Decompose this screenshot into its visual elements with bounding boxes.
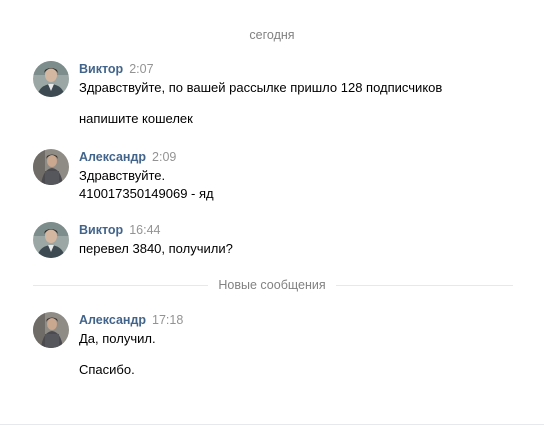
user-avatar-icon — [33, 222, 69, 258]
user-avatar-icon — [33, 61, 69, 97]
user-avatar-icon — [33, 312, 69, 348]
message-time[interactable]: 16:44 — [129, 223, 160, 237]
message-header: Виктор 16:44 — [79, 223, 160, 237]
message-block: Александр 2:09 Здравствуйте. 410017350149… — [33, 149, 513, 204]
message-text: перевел 3840, получили? — [79, 241, 233, 256]
message-header: Александр 2:09 — [79, 150, 176, 164]
message-time[interactable]: 2:09 — [152, 150, 176, 164]
message-text: напишите кошелек — [79, 111, 193, 126]
avatar-viktor[interactable] — [33, 61, 69, 97]
message-block: Виктор 16:44 перевел 3840, получили? — [33, 222, 513, 262]
avatar-aleksandr[interactable] — [33, 149, 69, 185]
message-time[interactable]: 2:07 — [129, 62, 153, 76]
message-header: Александр 17:18 — [79, 313, 183, 327]
new-messages-label: Новые сообщения — [0, 278, 544, 292]
author-name[interactable]: Александр — [79, 150, 146, 164]
author-name[interactable]: Александр — [79, 313, 146, 327]
message-time[interactable]: 17:18 — [152, 313, 183, 327]
bottom-divider — [0, 424, 544, 425]
message-block: Александр 17:18 Да, получил. Спасибо. — [33, 312, 513, 382]
author-name[interactable]: Виктор — [79, 62, 123, 76]
message-text: Да, получил. — [79, 331, 156, 346]
message-block: Виктор 2:07 Здравствуйте, по вашей рассыл… — [33, 61, 513, 131]
avatar-viktor[interactable] — [33, 222, 69, 258]
message-text: Здравствуйте. — [79, 168, 166, 183]
date-separator: сегодня — [249, 28, 295, 42]
message-text: Спасибо. — [79, 362, 135, 377]
author-name[interactable]: Виктор — [79, 223, 123, 237]
user-avatar-icon — [33, 149, 69, 185]
avatar-aleksandr[interactable] — [33, 312, 69, 348]
message-text: 410017350149069 - яд — [79, 186, 214, 201]
message-header: Виктор 2:07 — [79, 62, 154, 76]
message-text: Здравствуйте, по вашей рассылке пришло 1… — [79, 80, 443, 95]
